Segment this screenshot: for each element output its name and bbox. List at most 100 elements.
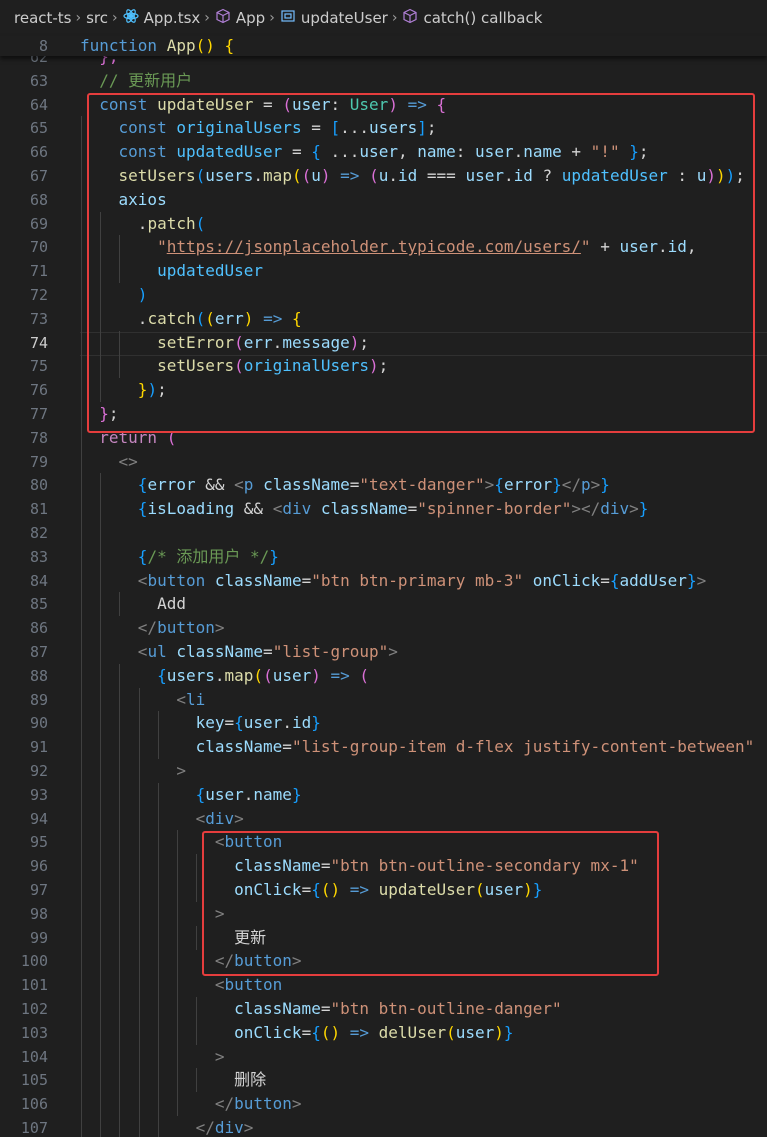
line-number[interactable]: 82 [0,521,48,545]
code-line[interactable]: 104 > [0,1044,767,1069]
code-token: key [195,713,225,733]
line-number[interactable]: 84 [0,569,48,593]
line-number[interactable]: 80 [0,473,48,497]
line-number[interactable]: 95 [0,830,48,854]
code-token: "list-group" [272,642,389,661]
breadcrumb-item-symbol-updateuser[interactable]: updateUser [280,8,388,28]
line-number[interactable]: 71 [0,259,48,283]
line-number[interactable]: 64 [0,93,48,117]
line-number[interactable]: 70 [0,235,48,259]
code-line[interactable]: 84 <button className="btn btn-primary mb… [0,568,767,593]
code-token: => [330,665,350,685]
line-number[interactable]: 68 [0,188,48,212]
code-line[interactable]: 88 {users.map((user) => ( [0,663,767,688]
breadcrumb-item-folder-root[interactable]: react-ts [14,9,72,27]
code-token: div [214,1118,244,1137]
line-number[interactable]: 86 [0,616,48,640]
line-number[interactable]: 100 [0,949,48,973]
code-line[interactable]: 101 <button [0,973,767,998]
code-token: . [243,784,254,804]
code-line[interactable]: 89 <li [0,687,767,712]
code-line[interactable]: 106 </button> [0,1092,767,1117]
code-token: = [301,1022,312,1042]
breadcrumb-item-file[interactable]: App.tsx [123,8,200,28]
code-line[interactable]: 86 </button> [0,616,767,641]
line-number[interactable]: 8 [0,34,48,58]
line-number[interactable]: 77 [0,402,48,426]
line-number[interactable]: 96 [0,854,48,878]
code-line[interactable]: 92 > [0,759,767,783]
line-number[interactable]: 88 [0,664,48,688]
line-number[interactable]: 75 [0,354,48,378]
breadcrumb-item-symbol-app[interactable]: App [215,8,265,28]
code-line[interactable]: 90 key={user.id} [0,711,767,736]
code-line[interactable]: 85 Add [0,592,767,617]
code-line[interactable]: 80 {error && <p className="text-danger">… [0,473,767,498]
breadcrumb-item-folder-src[interactable]: src [86,9,108,27]
code-token: button [224,975,283,995]
code-token: > [234,808,244,828]
code-token: => [349,1022,370,1042]
line-number[interactable]: 99 [0,926,48,950]
line-number[interactable]: 91 [0,735,48,759]
line-number[interactable]: 102 [0,997,48,1021]
line-number[interactable]: 87 [0,640,48,664]
line-number[interactable]: 72 [0,283,48,307]
line-number[interactable]: 106 [0,1092,48,1116]
sticky-scroll-header[interactable]: 8 function App() { [0,36,767,56]
code-line[interactable]: 81 {isLoading && <div className="spinner… [0,497,767,522]
code-line[interactable]: 107 </div> [0,1116,767,1137]
line-number[interactable]: 103 [0,1021,48,1045]
code-line[interactable]: 63 // 更新用户 [0,69,767,93]
line-number[interactable]: 65 [0,116,48,140]
line-number[interactable]: 98 [0,902,48,926]
code-text: {error && <p className="text-danger">{er… [80,473,610,497]
line-number[interactable]: 83 [0,545,48,569]
line-number[interactable]: 92 [0,759,48,783]
line-number[interactable]: 93 [0,783,48,807]
line-number[interactable]: 63 [0,69,48,93]
code-line[interactable]: 87 <ul className="list-group"> [0,640,767,664]
line-number[interactable]: 69 [0,212,48,236]
line-number[interactable]: 89 [0,688,48,712]
line-number[interactable]: 79 [0,450,48,474]
line-number[interactable]: 67 [0,164,48,188]
code-token: user [272,665,312,685]
code-line[interactable]: 94 <div> [0,806,767,831]
line-number[interactable]: 85 [0,592,48,616]
line-number[interactable]: 74 [0,331,48,355]
chevron-right-icon: › [269,10,275,26]
line-number[interactable]: 81 [0,497,48,521]
sticky-line[interactable]: 8 function App() { [0,34,767,58]
code-token: } [600,475,610,495]
line-number[interactable]: 104 [0,1045,48,1069]
code-token: div [282,499,312,519]
code-line[interactable]: 83 {/* 添加用户 */} [0,544,767,569]
line-number[interactable]: 94 [0,807,48,831]
code-token: = [349,475,360,495]
code-token: > [176,761,186,780]
line-number[interactable]: 101 [0,973,48,997]
line-number[interactable]: 73 [0,307,48,331]
code-line[interactable]: 82 [0,521,767,545]
code-line[interactable]: 105 删除 [0,1068,767,1093]
line-number[interactable]: 107 [0,1116,48,1137]
code-line[interactable]: 79 <> [0,449,767,474]
line-number[interactable]: 90 [0,711,48,735]
line-number[interactable]: 66 [0,140,48,164]
code-line[interactable]: 93 {user.name} [0,782,767,807]
code-token: ></ [571,499,601,519]
code-line[interactable]: 102 className="btn btn-outline-danger" [0,997,767,1021]
breadcrumb-item-symbol-catch[interactable]: catch() callback [402,8,542,28]
code-line[interactable]: 91 className="list-group-item d-flex jus… [0,735,767,760]
line-number[interactable]: 78 [0,426,48,450]
code-token: </ [214,1094,235,1114]
code-line[interactable]: 103 onClick={() => delUser(user)} [0,1020,767,1045]
line-number[interactable]: 76 [0,378,48,402]
line-number[interactable]: 97 [0,878,48,902]
line-number[interactable]: 105 [0,1068,48,1092]
